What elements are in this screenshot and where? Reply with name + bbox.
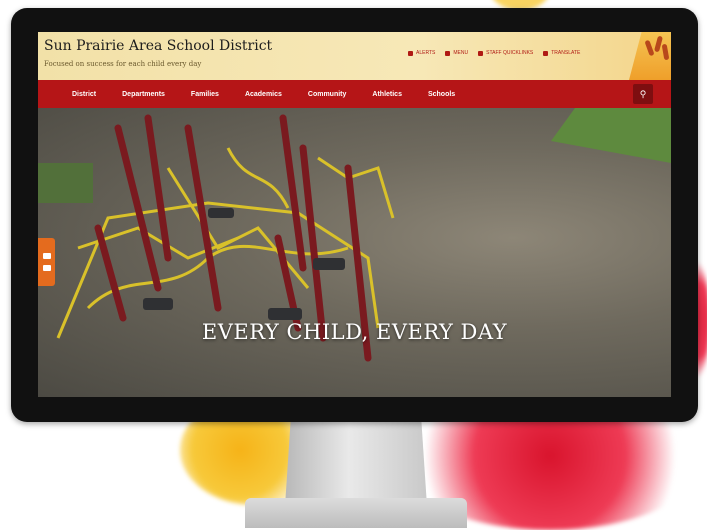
alerts-link[interactable]: ALERTS bbox=[408, 50, 435, 56]
monitor-frame: Sun Prairie Area School District Focused… bbox=[11, 8, 698, 422]
link-icon bbox=[478, 50, 484, 56]
nav-item-athletics[interactable]: Athletics bbox=[372, 91, 402, 98]
hero-banner: EVERY CHILD, EVERY DAY bbox=[38, 108, 671, 397]
website-screen: Sun Prairie Area School District Focused… bbox=[38, 32, 671, 397]
monitor-stand-neck bbox=[285, 420, 427, 506]
main-nav: District Departments Families Academics … bbox=[38, 80, 671, 108]
cheering-figures-graphic bbox=[629, 32, 671, 80]
nav-item-district[interactable]: District bbox=[72, 91, 96, 98]
staff-quicklinks-link[interactable]: STAFF QUICKLINKS bbox=[478, 50, 533, 56]
search-icon: ⚲ bbox=[639, 88, 647, 99]
utility-links: ALERTS MENU STAFF QUICKLINKS TRANSLATE bbox=[408, 50, 580, 56]
search-button[interactable]: ⚲ bbox=[633, 84, 653, 104]
translate-link[interactable]: TRANSLATE bbox=[543, 50, 580, 56]
grass-area-right bbox=[551, 108, 671, 163]
menu-icon bbox=[445, 50, 451, 56]
utility-link-label: MENU bbox=[453, 50, 469, 56]
utility-link-label: TRANSLATE bbox=[551, 50, 581, 56]
side-quicklinks-tab[interactable] bbox=[38, 238, 55, 286]
site-tagline: Focused on success for each child every … bbox=[44, 60, 202, 68]
site-title[interactable]: Sun Prairie Area School District bbox=[44, 38, 272, 54]
utility-link-label: ALERTS bbox=[416, 50, 436, 56]
monitor-stand-base bbox=[245, 498, 467, 528]
nav-item-families[interactable]: Families bbox=[191, 91, 219, 98]
utility-link-label: STAFF QUICKLINKS bbox=[486, 50, 534, 56]
nav-item-academics[interactable]: Academics bbox=[245, 91, 282, 98]
globe-icon bbox=[543, 50, 549, 56]
bell-icon bbox=[408, 50, 413, 56]
nav-item-community[interactable]: Community bbox=[308, 91, 347, 98]
hero-headline: EVERY CHILD, EVERY DAY bbox=[201, 320, 508, 344]
menu-link[interactable]: MENU bbox=[445, 50, 468, 56]
nav-item-departments[interactable]: Departments bbox=[122, 91, 165, 98]
calendar-icon bbox=[42, 253, 51, 259]
nav-item-schools[interactable]: Schools bbox=[428, 91, 455, 98]
chat-icon bbox=[42, 265, 51, 271]
site-header: Sun Prairie Area School District Focused… bbox=[38, 32, 671, 80]
